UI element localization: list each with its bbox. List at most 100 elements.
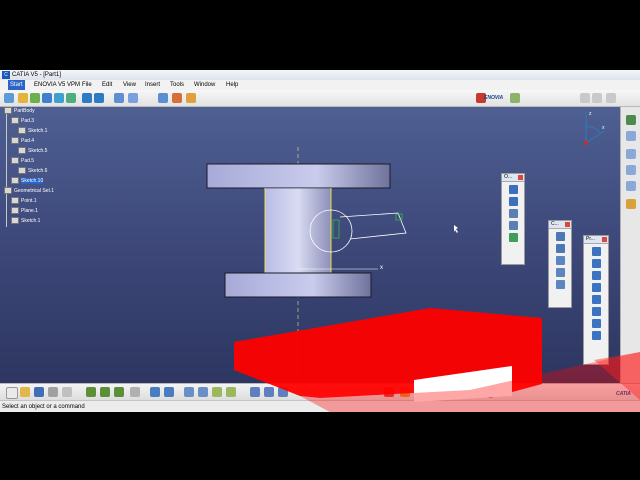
toolbar-icon[interactable] — [278, 387, 288, 397]
open-icon[interactable] — [20, 387, 30, 397]
tree-node[interactable]: Pad.4 — [11, 137, 34, 144]
toolbar-icon[interactable] — [626, 181, 636, 191]
toolbar-icon[interactable] — [626, 131, 636, 141]
toolbar-icon[interactable] — [264, 387, 274, 397]
chamfer-icon[interactable] — [508, 197, 518, 206]
toolbar-icon[interactable] — [580, 93, 590, 103]
rectangle-icon[interactable] — [591, 259, 601, 268]
toolbar-icon[interactable] — [592, 93, 602, 103]
tree-node[interactable]: PartBody — [4, 107, 35, 114]
toolbar-icon[interactable] — [172, 93, 182, 103]
tree-node[interactable]: Sketch.1 — [18, 127, 47, 134]
tree-node-icon — [11, 177, 19, 184]
menu-file[interactable]: File — [80, 80, 94, 90]
toolbar-icon[interactable] — [250, 387, 260, 397]
line-icon[interactable] — [591, 307, 601, 316]
contact-icon[interactable] — [555, 244, 565, 253]
fix-icon[interactable] — [555, 256, 565, 265]
zoom-in-icon[interactable] — [82, 93, 92, 103]
grid-icon[interactable] — [114, 93, 124, 103]
mirror-icon[interactable] — [508, 221, 518, 230]
catia-window: C CATIA V5 - [Part1] Start ENOVIA V5 VPM… — [0, 70, 640, 412]
menu-bar: Start ENOVIA V5 VPM File Edit View Inser… — [0, 80, 640, 90]
toolbar-icon[interactable] — [198, 387, 208, 397]
trim-icon[interactable] — [508, 209, 518, 218]
toolbar-icon[interactable] — [384, 387, 394, 397]
tree-node-label: Sketch.10 — [21, 177, 44, 184]
tree-node-label: Geometrical Set.1 — [14, 187, 55, 194]
menu-window[interactable]: Window — [192, 80, 217, 90]
cut-icon[interactable] — [62, 387, 72, 397]
menu-tools[interactable]: Tools — [168, 80, 186, 90]
web-body[interactable] — [264, 187, 332, 275]
point-icon[interactable] — [591, 331, 601, 340]
toolbar-icon[interactable] — [4, 93, 14, 103]
tree-node[interactable]: Point.1 — [11, 197, 37, 204]
3d-viewport[interactable]: x PartBody Pad.3 Sketch.1 Pad.4 Sketch.5 Pad.… — [0, 107, 620, 383]
toolbar-icon[interactable] — [626, 149, 636, 159]
project-icon[interactable] — [508, 233, 518, 242]
constraint-palette: C... — [548, 220, 572, 308]
tree-node[interactable]: Sketch.6 — [18, 167, 47, 174]
animate-icon[interactable] — [555, 268, 565, 277]
zoom-out-icon[interactable] — [94, 93, 104, 103]
menu-edit[interactable]: Edit — [100, 80, 114, 90]
toolbar-icon[interactable] — [150, 387, 160, 397]
snap-icon[interactable] — [128, 93, 138, 103]
operation-palette: O... — [501, 173, 525, 265]
toolbar-icon[interactable] — [626, 115, 636, 125]
conic-icon[interactable] — [591, 295, 601, 304]
toolbar-icon[interactable] — [186, 93, 196, 103]
toolbar-icon[interactable] — [54, 93, 64, 103]
tree-node-label: Point.1 — [21, 197, 37, 204]
toolbar-icon[interactable] — [164, 387, 174, 397]
toolbar-icon[interactable] — [626, 199, 636, 209]
bottom-flange[interactable] — [224, 272, 372, 298]
spline-icon[interactable] — [591, 283, 601, 292]
print-icon[interactable] — [48, 387, 58, 397]
tree-node[interactable]: Pad.5 — [11, 157, 34, 164]
toolbar-icon[interactable] — [226, 387, 236, 397]
menu-help[interactable]: Help — [224, 80, 240, 90]
tree-node[interactable]: Pad.3 — [11, 117, 34, 124]
tree-node[interactable]: Geometrical Set.1 — [4, 187, 54, 194]
toolbar-icon[interactable] — [18, 93, 28, 103]
new-icon[interactable] — [6, 387, 18, 399]
tree-node-label: Sketch.1 — [28, 127, 48, 134]
formula-icon[interactable] — [184, 387, 194, 397]
save-icon[interactable] — [34, 387, 44, 397]
tree-node[interactable]: Sketch.1 — [11, 217, 40, 224]
toolbar-icon[interactable] — [66, 93, 76, 103]
toolbar-icon[interactable] — [212, 387, 222, 397]
close-icon[interactable] — [602, 237, 607, 242]
profile-icon[interactable] — [591, 247, 601, 256]
help-icon[interactable] — [130, 387, 140, 397]
toolbar-icon[interactable] — [626, 165, 636, 175]
menu-start[interactable]: Start — [8, 80, 25, 90]
redo-icon[interactable] — [114, 387, 124, 397]
rotate-icon[interactable] — [42, 93, 52, 103]
menu-insert[interactable]: Insert — [143, 80, 162, 90]
menu-enovia[interactable]: ENOVIA V5 VPM — [32, 80, 82, 90]
toolbar-icon[interactable] — [510, 93, 520, 103]
toolbar-icon[interactable] — [416, 387, 426, 397]
menu-view[interactable]: View — [121, 80, 138, 90]
close-icon[interactable] — [518, 175, 523, 180]
tree-node[interactable]: Plane.1 — [11, 207, 38, 214]
compass[interactable]: z x — [580, 107, 610, 147]
toolbar-icon[interactable] — [400, 387, 410, 397]
edit-multi-icon[interactable] — [555, 280, 565, 289]
corner-icon[interactable] — [508, 185, 518, 194]
toolbar-icon[interactable] — [158, 93, 168, 103]
circle-icon[interactable] — [591, 271, 601, 280]
undo-icon[interactable] — [100, 387, 110, 397]
tree-node[interactable]: Sketch.10 — [11, 177, 44, 184]
toolbar-icon[interactable] — [86, 387, 96, 397]
axis-icon[interactable] — [591, 319, 601, 328]
tree-node[interactable]: Sketch.5 — [18, 147, 47, 154]
top-flange[interactable] — [206, 163, 391, 189]
toolbar-icon[interactable] — [606, 93, 616, 103]
toolbar-icon[interactable] — [30, 93, 40, 103]
close-icon[interactable] — [565, 222, 570, 227]
constraint-icon[interactable] — [555, 232, 565, 241]
